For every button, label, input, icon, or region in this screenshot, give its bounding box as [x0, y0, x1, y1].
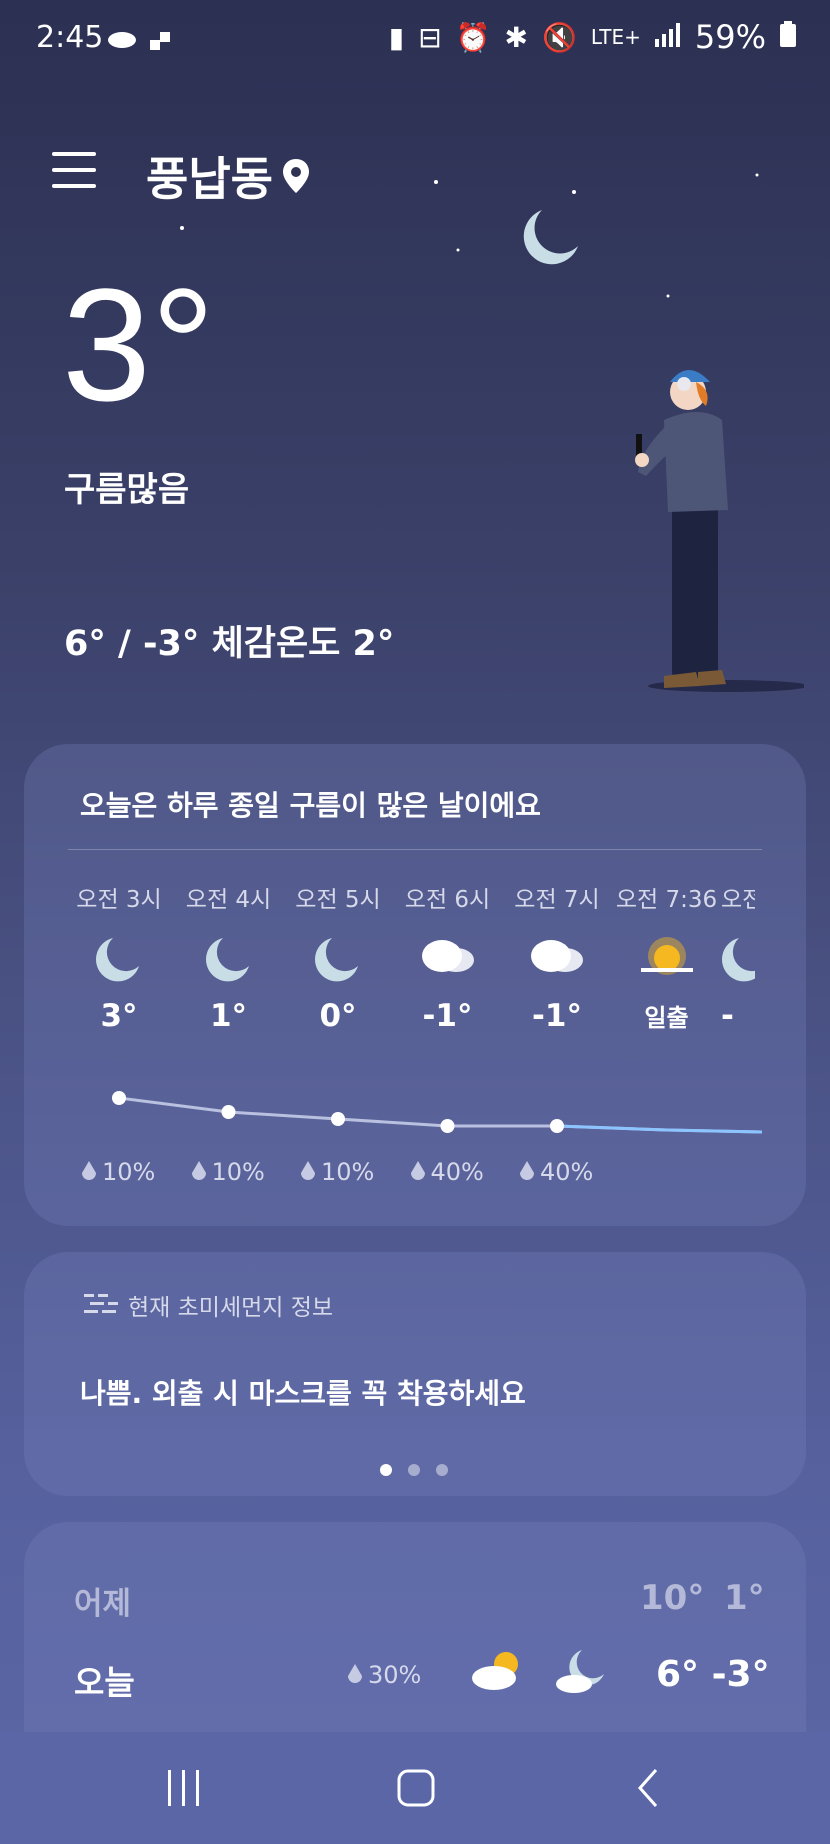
hour-temp: - — [721, 998, 734, 1034]
partly-cloudy-night-icon — [556, 1650, 604, 1693]
raindrop-icon — [520, 1161, 534, 1180]
network-label: LTE+ — [590, 25, 641, 49]
temperature-point — [221, 1105, 236, 1119]
location-title[interactable]: 풍납동 — [146, 143, 309, 209]
hour-temp: -1° — [532, 998, 582, 1034]
page-dot[interactable] — [408, 1464, 420, 1476]
hour-temp: 0° — [319, 998, 357, 1034]
raindrop-icon — [301, 1161, 315, 1180]
hourly-item: 오전 3시 3° — [64, 880, 174, 1034]
precip-item: 40% — [409, 1158, 484, 1186]
raindrop-icon — [348, 1664, 362, 1683]
hour-label: 오전 5시 — [295, 887, 381, 913]
raindrop-icon — [410, 1161, 425, 1180]
today-precip: 30% — [346, 1661, 421, 1689]
hour-temp: 1° — [209, 998, 248, 1034]
today-precip-value: 30% — [368, 1661, 422, 1689]
notification-icons — [106, 26, 176, 56]
location-pin-icon — [282, 159, 309, 193]
hour-label: 오전 — [721, 887, 755, 913]
dust-header: 현재 초미세먼지 정보 — [82, 1288, 333, 1322]
raindrop-icon — [82, 1161, 96, 1180]
status-time: 2:45 — [36, 20, 104, 55]
bed-icon: ⊟ — [418, 20, 442, 54]
hourly-item: 오전 5시 0° — [283, 880, 393, 1034]
moon-icon — [523, 210, 578, 265]
sunrise-icon — [637, 934, 697, 990]
moon-icon — [199, 934, 259, 990]
page-dot[interactable] — [436, 1464, 448, 1476]
status-icons: ▮ ⊟ ⏰ ✱ 🔇 LTE+ 59% — [389, 18, 796, 56]
partly-sunny-icon — [472, 1652, 518, 1690]
back-button[interactable] — [618, 1762, 678, 1814]
recents-button[interactable] — [154, 1762, 214, 1814]
temperature-point — [331, 1112, 345, 1126]
hourly-item: 오전 4시 1° — [174, 880, 284, 1034]
hourly-summary: 오늘은 하루 종일 구름이 많은 날이에요 — [80, 789, 541, 822]
recents-icon — [168, 1770, 199, 1806]
precip-value: 10% — [321, 1158, 375, 1186]
home-icon — [397, 1769, 435, 1807]
hourly-item: 오전 - — [721, 880, 755, 1034]
dust-title: 현재 초미세먼지 정보 — [128, 1295, 334, 1321]
yesterday-low: 1° — [724, 1578, 765, 1618]
dust-message: 나쁨. 외출 시 마스크를 꼭 착용하세요 — [80, 1377, 526, 1410]
precip-value: 10% — [102, 1158, 156, 1186]
today-temps: 6° -3° — [656, 1654, 770, 1695]
cloud-icon — [418, 934, 478, 990]
dust-icon — [84, 1294, 118, 1313]
person-illustration — [635, 370, 804, 692]
status-bar: 2:45 ▮ ⊟ ⏰ ✱ 🔇 LTE+ 59% — [0, 0, 830, 76]
alarm-icon: ⏰ — [455, 20, 491, 54]
precip-item: 40% — [518, 1158, 593, 1186]
page-dot[interactable] — [380, 1464, 392, 1476]
temperature-point — [440, 1119, 455, 1133]
hour-temp: 일출 — [644, 1004, 689, 1032]
temperature-point — [550, 1119, 564, 1133]
home-button[interactable] — [386, 1762, 446, 1814]
cloud-icon — [527, 934, 587, 990]
bluetooth-icon: ✱ — [504, 20, 528, 54]
yesterday-high: 10° — [640, 1578, 705, 1618]
temperature-line-forecast — [556, 1124, 763, 1134]
current-temperature: 3° — [62, 255, 215, 434]
raindrop-icon — [191, 1161, 206, 1180]
mute-icon: 🔇 — [542, 20, 577, 54]
page-indicator[interactable] — [380, 1464, 448, 1476]
minmax-feelslike: 6° / -3° 체감온도 2° — [64, 624, 395, 664]
hour-label: 오전 6시 — [404, 887, 491, 913]
precip-item: 10% — [80, 1158, 155, 1186]
precip-item: 10% — [190, 1158, 265, 1186]
precip-value: 40% — [540, 1158, 594, 1186]
hour-label: 오전 4시 — [185, 887, 272, 913]
moon-icon — [308, 934, 368, 990]
yesterday-label: 어제 — [74, 1586, 132, 1622]
hour-temp: 3° — [100, 998, 138, 1034]
location-name: 풍납동 — [146, 152, 273, 206]
current-condition: 구름많음 — [64, 470, 190, 510]
signal-icon — [654, 21, 681, 54]
menu-button[interactable] — [52, 152, 96, 188]
today-label: 오늘 — [74, 1663, 135, 1702]
hourly-item: 오전 7시 -1° — [502, 880, 612, 1034]
battery-icon — [780, 20, 796, 54]
hour-label: 오전 3시 — [76, 887, 162, 913]
divider — [68, 849, 762, 850]
precip-value: 40% — [430, 1158, 484, 1186]
hour-temp: -1° — [422, 998, 473, 1034]
temperature-point — [112, 1091, 126, 1105]
hourly-item: 오전 7:36 일출 — [612, 880, 722, 1033]
battery-percent: 59% — [694, 18, 766, 56]
temperature-line — [118, 1096, 763, 1134]
hourly-item: 오전 6시 -1° — [393, 880, 503, 1034]
moon-icon — [721, 934, 755, 990]
back-icon — [637, 1769, 658, 1807]
battery-saver-icon: ▮ — [388, 20, 405, 54]
hour-label: 오전 7:36 — [615, 887, 718, 913]
temperature-line-chart — [112, 1091, 763, 1134]
moon-icon — [89, 934, 149, 990]
precip-value: 10% — [211, 1158, 265, 1186]
hour-label: 오전 7시 — [514, 887, 600, 913]
precip-item: 10% — [299, 1158, 374, 1186]
